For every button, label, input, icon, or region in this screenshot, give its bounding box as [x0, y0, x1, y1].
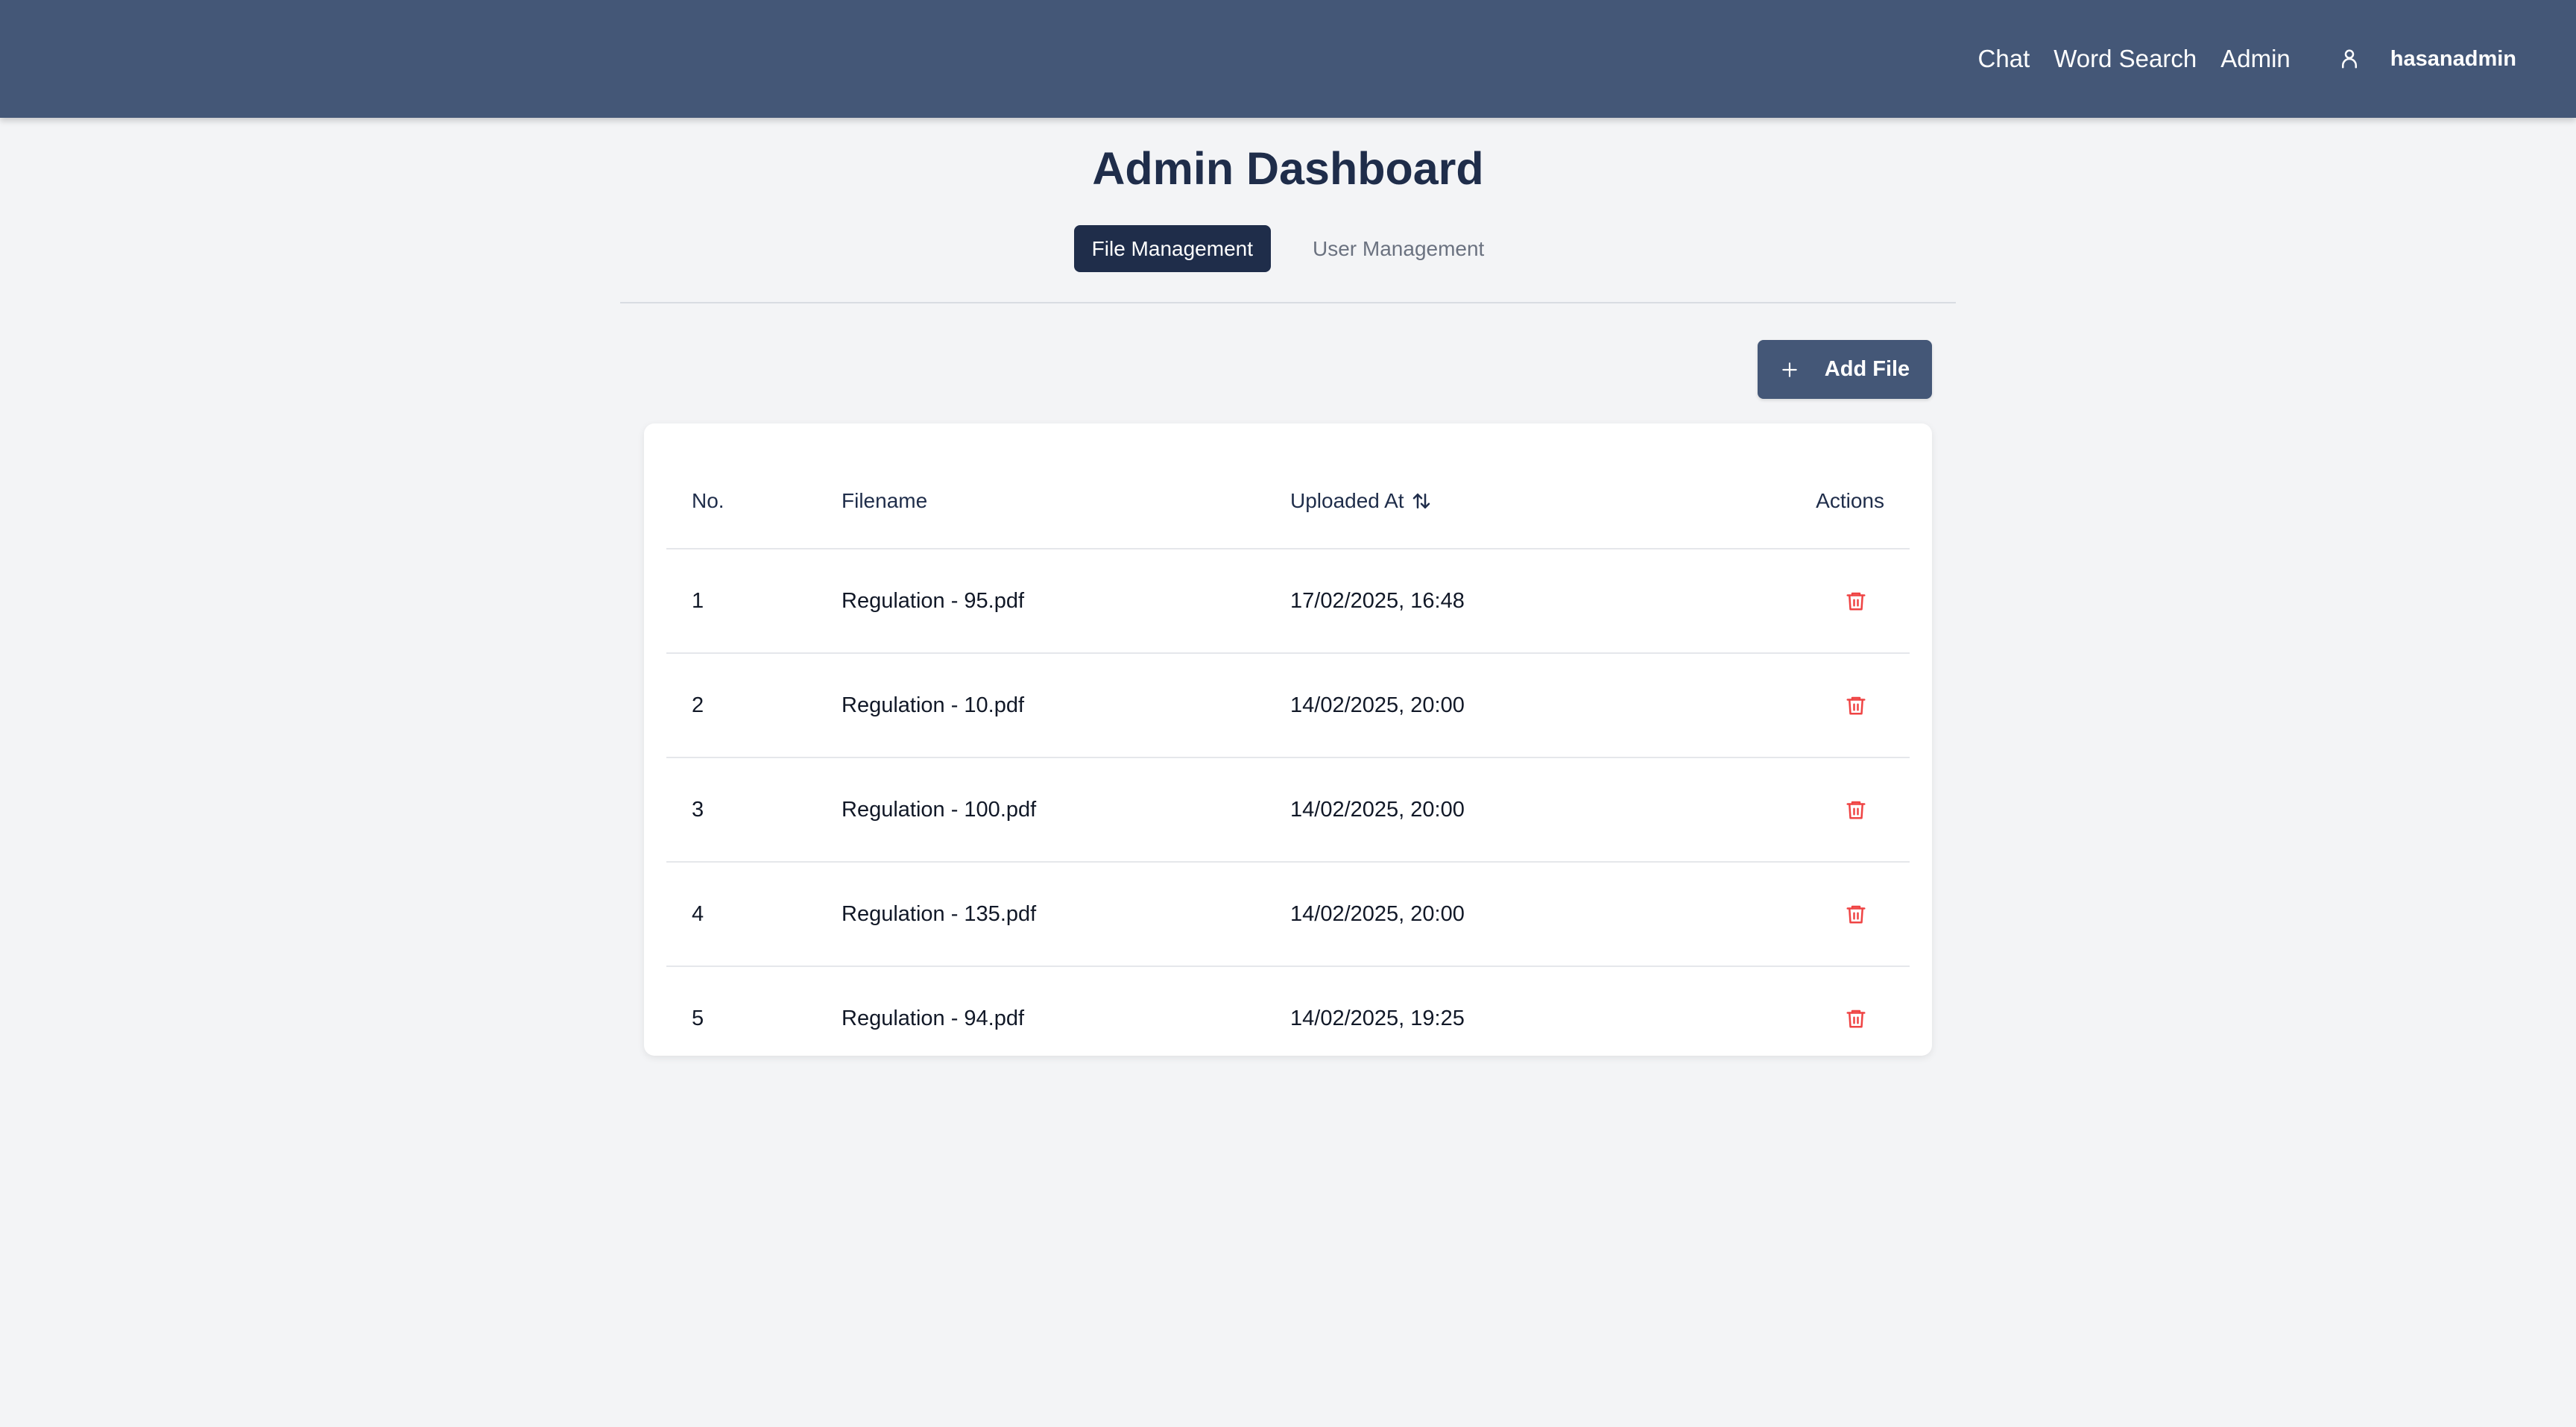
row-no: 2: [692, 693, 704, 717]
username: hasanadmin: [2390, 46, 2516, 71]
header-uploaded-at-label: Uploaded At: [1290, 488, 1404, 512]
header-uploaded-at[interactable]: Uploaded At: [1290, 453, 1433, 548]
files-table: No. Filename Uploaded At Actions 1 Regul…: [666, 453, 1910, 1070]
row-uploaded-at: 17/02/2025, 16:48: [1290, 588, 1465, 613]
table-header-row: No. Filename Uploaded At Actions: [666, 453, 1910, 549]
row-actions: [1841, 654, 1871, 757]
nav-links: Chat Word Search Admin hasanadmin: [1978, 0, 2576, 118]
files-table-card: No. Filename Uploaded At Actions 1 Regul…: [644, 423, 1932, 1056]
row-uploaded-at: 14/02/2025, 20:00: [1290, 901, 1465, 926]
nav-link-admin[interactable]: Admin: [2220, 45, 2291, 73]
row-uploaded-at: 14/02/2025, 20:00: [1290, 693, 1465, 717]
table-row: 3 Regulation - 100.pdf 14/02/2025, 20:00: [666, 758, 1910, 863]
tab-divider: [620, 302, 1956, 303]
row-no: 1: [692, 588, 704, 613]
row-actions: [1841, 549, 1871, 652]
row-no: 4: [692, 901, 704, 926]
tab-user-management[interactable]: User Management: [1295, 225, 1502, 272]
row-filename: Regulation - 95.pdf: [842, 588, 1025, 613]
page-title: Admin Dashboard: [1092, 143, 1484, 194]
row-actions: [1841, 758, 1871, 861]
sort-arrows-icon[interactable]: [1410, 490, 1433, 512]
row-no: 3: [692, 797, 704, 822]
table-row: 5 Regulation - 94.pdf 14/02/2025, 19:25: [666, 967, 1910, 1070]
nav-link-word-search[interactable]: Word Search: [2053, 45, 2197, 73]
header-no: No.: [692, 488, 724, 512]
table-row: 2 Regulation - 10.pdf 14/02/2025, 20:00: [666, 654, 1910, 758]
add-file-button[interactable]: Add File: [1758, 340, 1932, 399]
row-uploaded-at: 14/02/2025, 20:00: [1290, 797, 1465, 822]
trash-icon[interactable]: [1843, 901, 1869, 927]
row-filename: Regulation - 10.pdf: [842, 693, 1025, 717]
user-menu[interactable]: hasanadmin: [2338, 47, 2516, 72]
header-actions: Actions: [1816, 488, 1884, 512]
trash-icon[interactable]: [1843, 796, 1869, 823]
top-navbar: Chat Word Search Admin hasanadmin: [0, 0, 2576, 118]
row-actions: [1841, 863, 1871, 965]
trash-icon[interactable]: [1843, 588, 1869, 614]
nav-link-chat[interactable]: Chat: [1978, 45, 2030, 73]
row-filename: Regulation - 94.pdf: [842, 1006, 1025, 1030]
row-filename: Regulation - 100.pdf: [842, 797, 1037, 822]
trash-icon[interactable]: [1843, 1005, 1869, 1032]
row-no: 5: [692, 1006, 704, 1030]
header-filename: Filename: [842, 488, 928, 512]
plus-icon: [1780, 360, 1799, 379]
row-uploaded-at: 14/02/2025, 19:25: [1290, 1006, 1465, 1030]
row-filename: Regulation - 135.pdf: [842, 901, 1037, 926]
user-icon: [2338, 48, 2361, 70]
add-file-label: Add File: [1824, 357, 1910, 381]
tab-file-management[interactable]: File Management: [1073, 225, 1271, 272]
table-row: 1 Regulation - 95.pdf 17/02/2025, 16:48: [666, 549, 1910, 654]
row-actions: [1841, 967, 1871, 1070]
table-row: 4 Regulation - 135.pdf 14/02/2025, 20:00: [666, 863, 1910, 967]
trash-icon[interactable]: [1843, 692, 1869, 719]
tab-bar: File Management User Management: [0, 225, 2576, 272]
